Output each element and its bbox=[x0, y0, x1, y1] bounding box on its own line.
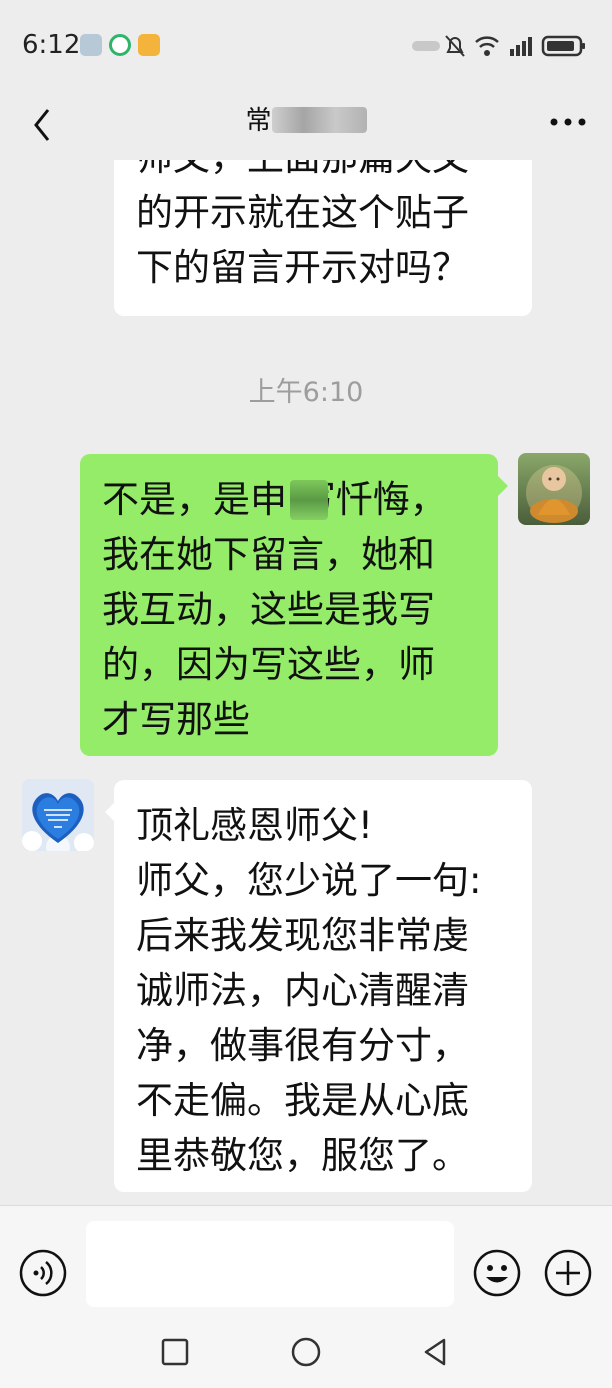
contact-avatar[interactable] bbox=[22, 779, 94, 851]
message-timestamp: 上午6:10 bbox=[248, 377, 364, 408]
status-bar: 6:12 bbox=[0, 0, 612, 90]
chat-area[interactable]: 师父，上面那篇天文 的开示就在这个贴子 下的留言开示对吗？ 上午6:10 不是，… bbox=[0, 160, 612, 1205]
back-nav-icon[interactable] bbox=[418, 1335, 452, 1369]
heart-avatar-image bbox=[22, 779, 94, 851]
battery-icon bbox=[541, 35, 585, 57]
message-bubble-self[interactable]: 不是，是申 写忏悔， 我在她下留言，她和 我互动，这些是我写 的，因为写这些，师… bbox=[80, 454, 498, 756]
status-icons bbox=[412, 35, 585, 57]
system-nav-bar bbox=[0, 1315, 612, 1388]
weibo-icon bbox=[138, 34, 160, 56]
message-bubble-other[interactable]: 师父，上面那篇天文 的开示就在这个贴子 下的留言开示对吗？ bbox=[114, 160, 532, 316]
message-bubble-other[interactable]: 顶礼感恩师父! 师父，您少说了一句: 后来我发现您非常虔 诚师法，内心清醒清 净… bbox=[114, 780, 532, 1192]
monk-avatar-image bbox=[518, 453, 590, 525]
status-time: 6:12 bbox=[22, 30, 81, 60]
wifi-icon bbox=[475, 36, 499, 56]
chat-title: 常 bbox=[0, 100, 612, 137]
add-more-icon[interactable] bbox=[543, 1248, 593, 1298]
redacted-name bbox=[271, 107, 367, 133]
emoji-icon[interactable] bbox=[472, 1248, 522, 1298]
chat-title-text: 常 bbox=[245, 106, 272, 136]
mute-icon bbox=[445, 35, 465, 57]
signal-icon bbox=[510, 37, 532, 56]
recent-apps-icon[interactable] bbox=[158, 1335, 192, 1369]
message-text: 顶礼感恩师父! 师父，您少说了一句: 后来我发现您非常虔 诚师法，内心清醒清 净… bbox=[136, 804, 482, 1177]
self-avatar[interactable] bbox=[518, 453, 590, 525]
voice-input-icon[interactable] bbox=[18, 1248, 68, 1298]
chat-header: 常 bbox=[0, 90, 612, 160]
blurred-icon bbox=[412, 41, 440, 51]
input-bar bbox=[0, 1205, 612, 1316]
message-text: 师父，上面那篇天文 的开示就在这个贴子 下的留言开示对吗？ bbox=[136, 160, 469, 289]
bubble-tail-self bbox=[498, 476, 508, 496]
redacted-text bbox=[290, 480, 328, 520]
more-options-icon[interactable] bbox=[546, 102, 590, 142]
notification-app-icon bbox=[109, 34, 131, 56]
notification-app-icon bbox=[80, 34, 102, 56]
home-icon[interactable] bbox=[289, 1335, 323, 1369]
message-input[interactable] bbox=[86, 1221, 454, 1307]
